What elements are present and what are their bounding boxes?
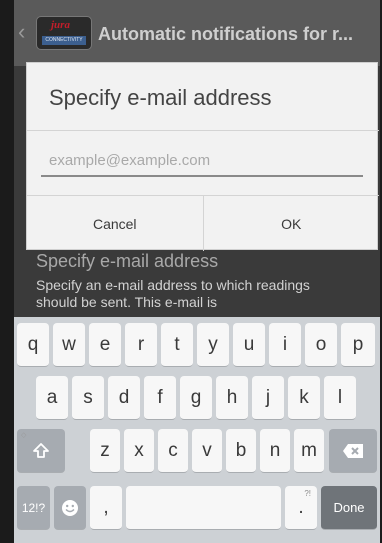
key-u[interactable]: u: [233, 323, 265, 367]
keyboard-row-2: a s d f g h j k l: [14, 376, 380, 420]
key-m[interactable]: m: [294, 429, 324, 473]
dialog-title: Specify e-mail address: [27, 63, 379, 131]
key-i[interactable]: i: [269, 323, 301, 367]
key-l[interactable]: l: [324, 376, 356, 420]
dialog-buttons: Cancel OK: [27, 195, 379, 251]
key-y[interactable]: y: [197, 323, 229, 367]
key-v[interactable]: v: [192, 429, 222, 473]
key-p[interactable]: p: [341, 323, 375, 367]
smiley-icon[interactable]: [54, 486, 86, 530]
key-s[interactable]: s: [72, 376, 104, 420]
key-w[interactable]: w: [53, 323, 85, 367]
shift-hint-icon: ◇: [21, 432, 27, 439]
key-t[interactable]: t: [161, 323, 193, 367]
key-b[interactable]: b: [226, 429, 256, 473]
key-x[interactable]: x: [124, 429, 154, 473]
backspace-icon[interactable]: [329, 429, 377, 473]
keyboard-row-4: 12!? , ?! . Done: [14, 486, 380, 530]
done-button[interactable]: Done: [321, 486, 377, 530]
chevron-left-icon[interactable]: ‹: [18, 21, 32, 43]
comma-key[interactable]: ,: [90, 486, 122, 530]
logo-sub: CONNECTIVITY: [42, 36, 86, 45]
key-d[interactable]: d: [108, 376, 140, 420]
key-k[interactable]: k: [288, 376, 320, 420]
key-g[interactable]: g: [180, 376, 212, 420]
period-key[interactable]: ?! .: [285, 486, 317, 530]
key-q[interactable]: q: [17, 323, 49, 367]
ok-button[interactable]: OK: [202, 196, 380, 251]
action-bar: ‹ jura CONNECTIVITY Automatic notificati…: [14, 0, 380, 66]
shift-arrow-icon[interactable]: ◇: [17, 429, 65, 473]
symbols-key[interactable]: 12!?: [17, 486, 50, 530]
key-a[interactable]: a: [36, 376, 68, 420]
setting-description: Specify an e-mail address to which readi…: [36, 277, 310, 310]
app-screen: ‹ jura CONNECTIVITY Automatic notificati…: [14, 0, 380, 543]
key-e[interactable]: e: [89, 323, 121, 367]
period-hint: ?!: [304, 489, 311, 498]
logo-word: jura: [51, 19, 70, 31]
key-f[interactable]: f: [144, 376, 176, 420]
page-title: Automatic notifications for r...: [98, 24, 354, 44]
keyboard-row-1: q w e r t y u i o p: [14, 323, 380, 367]
keyboard-row-3: ◇ z x c v b n m: [14, 429, 380, 473]
key-n[interactable]: n: [260, 429, 290, 473]
key-h[interactable]: h: [216, 376, 248, 420]
key-c[interactable]: c: [158, 429, 188, 473]
soft-keyboard: q w e r t y u i o p a s d f g h j k l ◇: [14, 317, 380, 543]
email-dialog: Specify e-mail address Cancel OK: [26, 62, 379, 251]
key-r[interactable]: r: [125, 323, 157, 367]
period-label: .: [298, 496, 304, 518]
cancel-button[interactable]: Cancel: [27, 196, 203, 251]
app-logo[interactable]: jura CONNECTIVITY: [36, 16, 92, 50]
space-key[interactable]: [126, 486, 281, 530]
key-j[interactable]: j: [252, 376, 284, 420]
setting-title: Specify e-mail address: [36, 251, 219, 271]
key-z[interactable]: z: [90, 429, 120, 473]
email-input[interactable]: [41, 145, 363, 177]
key-o[interactable]: o: [305, 323, 337, 367]
